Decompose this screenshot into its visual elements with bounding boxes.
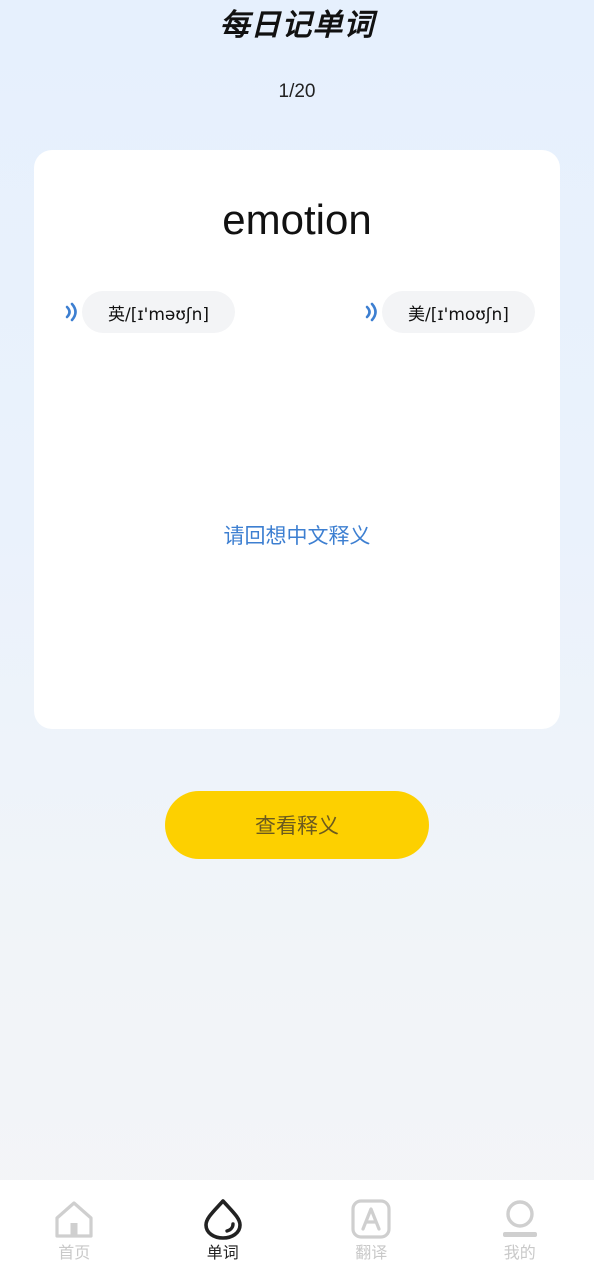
word-card: emotion 英/[ɪ'məʊʃn] 美/[ɪ'moʊʃn] 请回想中文释义 [34,150,560,729]
tab-translate-label: 翻译 [355,1243,388,1262]
progress-counter: 1/20 [278,81,316,102]
tab-word-label: 单词 [206,1243,239,1262]
word-text: emotion [222,196,372,243]
pronunciation-us-pill[interactable]: 美/[ɪ'moʊʃn] [382,291,535,333]
profile-icon [502,1200,537,1237]
pronunciation-uk-pill[interactable]: 英/[ɪ'məʊʃn] [82,291,235,333]
app-title: 每日记单词 [219,8,375,43]
word-icon [203,1199,242,1240]
speaker-icon[interactable] [362,301,382,323]
tab-translate[interactable]: 翻译 [297,1180,446,1280]
home-icon [55,1201,93,1238]
pronunciation-us: 美/[ɪ'moʊʃn] [362,291,535,333]
translate-icon [351,1199,391,1239]
pronunciation-uk: 英/[ɪ'məʊʃn] [62,291,235,333]
recall-hint: 请回想中文释义 [223,524,371,548]
tab-home[interactable]: 首页 [0,1180,149,1280]
tab-profile-label: 我的 [503,1243,536,1262]
tab-profile[interactable]: 我的 [446,1180,594,1280]
tab-home-label: 首页 [58,1243,91,1262]
speaker-icon[interactable] [62,301,82,323]
reveal-meaning-button[interactable]: 查看释义 [165,791,429,859]
tab-word[interactable]: 单词 [149,1180,298,1280]
bottom-tab-bar: 首页 单词 翻译 我的 [0,1180,594,1280]
